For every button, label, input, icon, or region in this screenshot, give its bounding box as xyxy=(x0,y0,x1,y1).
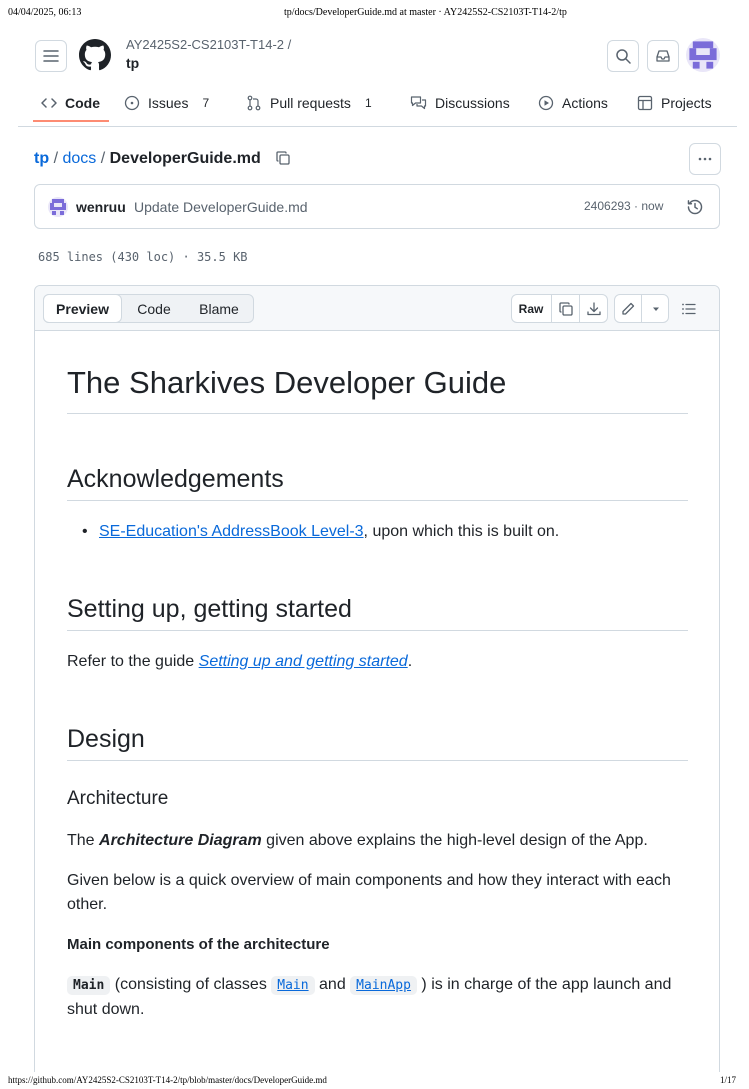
main-components-heading: Main components of the architecture xyxy=(67,936,330,953)
commit-message[interactable]: Update DeveloperGuide.md xyxy=(134,199,308,215)
arch-text: The xyxy=(67,832,100,849)
commit-meta[interactable]: 2406293 · now xyxy=(584,199,663,213)
mainapp-class-code: MainApp xyxy=(350,976,417,995)
copy-raw-button[interactable] xyxy=(552,294,580,323)
edit-dropdown-button[interactable] xyxy=(642,294,669,323)
active-tab-indicator xyxy=(33,120,109,122)
identicon-icon xyxy=(689,41,717,69)
history-button[interactable] xyxy=(686,198,704,221)
copy-icon xyxy=(558,301,573,316)
heading-acknowledgements: Acknowledgements xyxy=(67,465,688,501)
inbox-button[interactable] xyxy=(647,40,679,72)
inbox-icon xyxy=(656,50,670,62)
breadcrumb-separator: / xyxy=(100,150,106,167)
setup-text-end: . xyxy=(407,653,413,670)
blame-tab[interactable]: Blame xyxy=(188,294,250,323)
tab-code[interactable]: Code xyxy=(41,93,100,113)
download-icon xyxy=(587,301,601,315)
setup-guide-link[interactable]: Setting up and getting started xyxy=(199,653,408,670)
ack-text: , upon which this is built on. xyxy=(363,523,560,540)
print-page-number: 1/17 xyxy=(720,1075,737,1085)
tab-actions[interactable]: Actions xyxy=(538,93,608,113)
code-tab[interactable]: Code xyxy=(128,294,180,323)
print-title: tp/docs/DeveloperGuide.md at master · AY… xyxy=(284,7,567,18)
print-datetime: 04/04/2025, 06:13 xyxy=(8,7,82,18)
main-text-and: and xyxy=(314,976,351,993)
latest-commit-box: wenruu Update DeveloperGuide.md 2406293 … xyxy=(34,184,720,229)
code-icon xyxy=(41,98,57,108)
list-unordered-icon xyxy=(682,303,696,315)
doc-title: The Sharkives Developer Guide xyxy=(67,365,688,414)
download-button[interactable] xyxy=(580,294,608,323)
copy-path-button[interactable] xyxy=(275,150,293,168)
breadcrumb-file: DeveloperGuide.md xyxy=(109,150,261,167)
hamburger-icon xyxy=(43,50,59,62)
kebab-horizontal-icon xyxy=(698,157,712,161)
triangle-down-icon xyxy=(652,307,659,311)
main-text: (consisting of classes xyxy=(110,976,272,993)
pencil-icon xyxy=(621,302,634,315)
edit-button[interactable] xyxy=(614,294,642,323)
heading-design: Design xyxy=(67,725,688,761)
history-icon xyxy=(687,199,703,215)
tab-issues[interactable]: Issues 7 xyxy=(124,93,209,113)
setup-text: Refer to the guide xyxy=(67,653,199,670)
commit-author[interactable]: wenruu xyxy=(76,199,126,215)
tab-pull-requests-label: Pull requests xyxy=(270,95,351,111)
preview-tab[interactable]: Preview xyxy=(43,294,122,323)
tab-discussions-label: Discussions xyxy=(435,95,510,111)
copy-icon xyxy=(276,151,290,165)
tab-actions-label: Actions xyxy=(562,95,608,111)
bullet-icon: • xyxy=(82,523,88,540)
tab-projects[interactable]: Projects xyxy=(637,93,712,113)
discussion-icon xyxy=(410,96,427,110)
menu-button[interactable] xyxy=(35,40,67,72)
print-url: https://github.com/AY2425S2-CS2103T-T14-… xyxy=(8,1075,327,1085)
header-divider xyxy=(18,126,737,127)
overview-paragraph: Given below is a quick overview of main … xyxy=(67,872,671,913)
architecture-paragraph: The Architecture Diagram given above exp… xyxy=(67,829,692,853)
search-button[interactable] xyxy=(607,40,639,72)
more-options-button[interactable] xyxy=(689,143,721,175)
main-class-code: Main xyxy=(271,976,315,995)
breadcrumb-root[interactable]: tp xyxy=(34,150,49,167)
main-code: Main xyxy=(67,976,111,995)
raw-button[interactable]: Raw xyxy=(511,294,552,323)
pull-request-icon xyxy=(247,95,261,111)
setup-paragraph: Refer to the guide Setting up and gettin… xyxy=(67,650,692,674)
search-icon xyxy=(616,49,631,64)
tab-code-label: Code xyxy=(65,95,100,111)
avatar[interactable] xyxy=(686,38,720,72)
arch-diagram-emphasis: Architecture Diagram xyxy=(99,832,262,849)
heading-setup: Setting up, getting started xyxy=(67,595,688,631)
arch-text-end: given above explains the high-level desi… xyxy=(261,832,648,849)
main-paragraph: Main (consisting of classes Main and Mai… xyxy=(67,973,692,1022)
main-class-link[interactable]: Main xyxy=(271,976,315,995)
tab-discussions[interactable]: Discussions xyxy=(410,93,510,113)
outline-button[interactable] xyxy=(678,298,700,320)
pull-requests-count: 1 xyxy=(364,96,372,110)
file-stats: 685 lines (430 loc) · 35.5 KB xyxy=(38,250,248,264)
identicon-icon xyxy=(50,199,66,215)
heading-architecture: Architecture xyxy=(67,788,169,809)
table-icon xyxy=(637,95,653,111)
issues-count: 7 xyxy=(202,96,210,110)
repo-name[interactable]: tp xyxy=(126,55,139,71)
tab-pull-requests[interactable]: Pull requests 1 xyxy=(246,93,372,113)
tab-projects-label: Projects xyxy=(661,95,712,111)
tab-issues-label: Issues xyxy=(148,95,189,111)
breadcrumb: tp / docs / DeveloperGuide.md xyxy=(34,150,261,168)
addressbook-link[interactable]: SE-Education's AddressBook Level-3 xyxy=(99,523,364,540)
issue-icon xyxy=(124,95,140,111)
breadcrumb-separator: / xyxy=(53,150,59,167)
mainapp-class-link[interactable]: MainApp xyxy=(350,976,417,995)
play-icon xyxy=(538,95,554,111)
github-logo[interactable] xyxy=(79,39,111,71)
repo-owner[interactable]: AY2425S2-CS2103T-T14-2 / xyxy=(126,37,291,52)
breadcrumb-dir[interactable]: docs xyxy=(62,150,96,167)
commit-author-avatar[interactable] xyxy=(48,197,68,217)
github-icon xyxy=(79,39,111,71)
